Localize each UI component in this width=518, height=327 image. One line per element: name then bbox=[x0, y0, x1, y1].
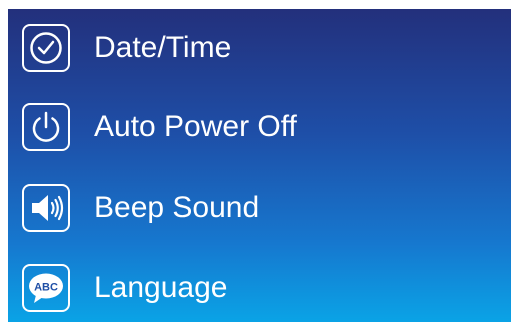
speaker-icon bbox=[22, 184, 70, 232]
menu-item-label: Auto Power Off bbox=[94, 110, 297, 143]
settings-menu-screen: Date/Time Auto Power Off Beep Sound ABC … bbox=[8, 9, 511, 322]
language-abc-icon: ABC bbox=[22, 264, 70, 312]
menu-item-auto-power-off[interactable]: Auto Power Off bbox=[8, 88, 511, 166]
menu-item-label: Date/Time bbox=[94, 31, 232, 64]
menu-item-beep-sound[interactable]: Beep Sound bbox=[8, 169, 511, 247]
clock-icon bbox=[22, 24, 70, 72]
menu-item-label: Beep Sound bbox=[94, 191, 260, 224]
menu-item-language[interactable]: ABC Language bbox=[8, 249, 511, 322]
menu-item-label: Language bbox=[94, 271, 228, 304]
abc-text: ABC bbox=[34, 282, 58, 294]
menu-item-date-time[interactable]: Date/Time bbox=[8, 9, 511, 87]
power-icon bbox=[22, 103, 70, 151]
